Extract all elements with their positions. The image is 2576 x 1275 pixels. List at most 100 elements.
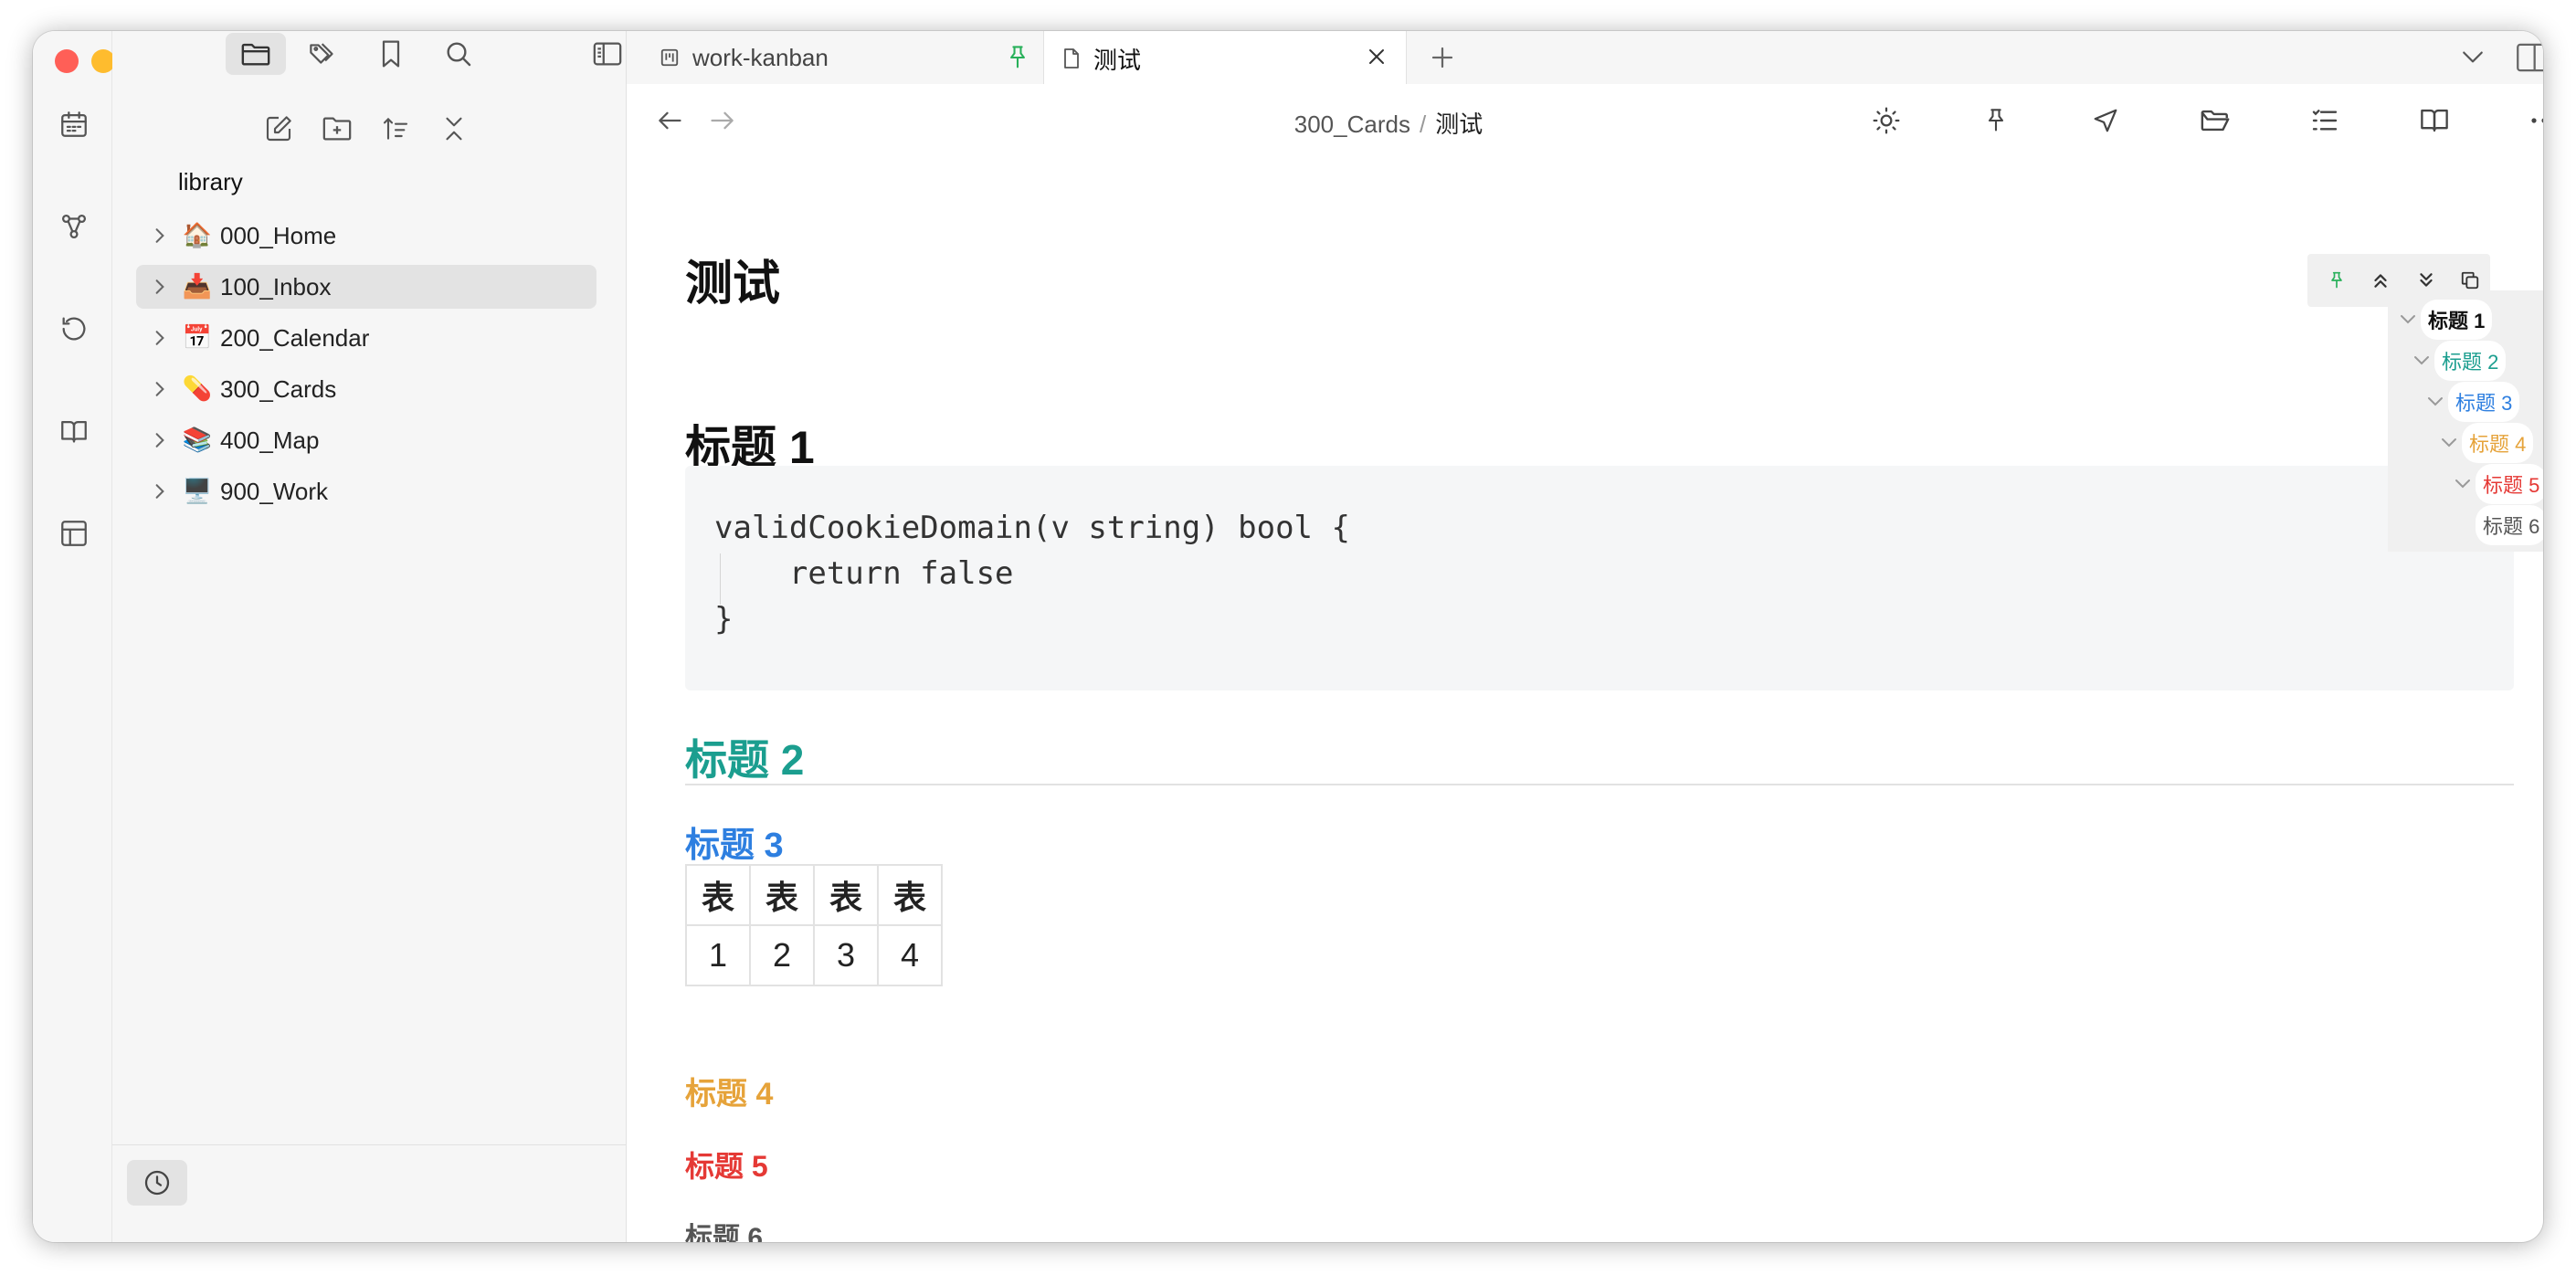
file-icon [1062, 47, 1081, 69]
folder-item[interactable]: 📚 400_Map [136, 418, 596, 462]
pin-icon[interactable] [2318, 262, 2355, 299]
file-explorer-sidebar: library 🏠 000_Home 📥 100_Inbox 📅 200_Cal… [112, 31, 627, 1242]
outline-item[interactable]: 标题 4 [2438, 423, 2534, 463]
note-title[interactable]: 测试 [685, 245, 780, 313]
collapse-all-icon[interactable] [431, 106, 477, 152]
pill-icon: 💊 [182, 375, 213, 403]
chevron-down-icon[interactable] [2411, 352, 2433, 370]
heading-5[interactable]: 标题 5 [685, 1143, 768, 1185]
chevron-right-icon[interactable] [145, 432, 174, 448]
tab-label: 测试 [1093, 46, 1142, 74]
folder-item[interactable]: 💊 300_Cards [136, 367, 596, 411]
book-icon[interactable] [56, 413, 92, 449]
outline-item[interactable]: 标题 1 [2397, 300, 2493, 340]
folder-item[interactable]: 📅 200_Calendar [136, 316, 596, 360]
table-header-cell[interactable]: 表 [877, 864, 943, 926]
app-window: library 🏠 000_Home 📥 100_Inbox 📅 200_Cal… [33, 31, 2543, 1242]
folder-icon[interactable] [226, 33, 286, 75]
table-cell[interactable]: 2 [749, 924, 815, 986]
reading-icon[interactable] [2416, 102, 2453, 139]
clock-icon[interactable] [127, 1160, 187, 1206]
toggle-sidebar-icon[interactable] [587, 33, 628, 75]
folder-label: 400_Map [220, 426, 320, 454]
search-icon[interactable] [428, 33, 489, 75]
tab-label: work-kanban [692, 43, 829, 71]
more-icon[interactable] [2526, 102, 2543, 139]
tab-list-chevron-icon[interactable] [2461, 47, 2485, 68]
heading-3[interactable]: 标题 3 [685, 817, 784, 867]
table-cell[interactable]: 3 [813, 924, 879, 986]
chevron-right-icon[interactable] [145, 227, 174, 244]
code-block[interactable]: validCookieDomain(v string) bool { retur… [685, 466, 2514, 690]
outline-label: 标题 4 [2462, 423, 2534, 463]
table-cell[interactable]: 1 [685, 924, 751, 986]
inbox-tray-icon: 📥 [182, 273, 213, 300]
outline-item[interactable]: 标题 5 [2452, 464, 2543, 504]
breadcrumb: 300_Cards / 测试 [627, 106, 2543, 140]
close-tab-icon[interactable] [1366, 46, 1388, 68]
send-icon[interactable] [2087, 102, 2124, 139]
table-header-cell[interactable]: 表 [813, 864, 879, 926]
vault-name[interactable]: library [178, 168, 243, 196]
chevron-right-icon[interactable] [145, 330, 174, 346]
code-line: validCookieDomain(v string) bool { [714, 510, 1350, 546]
new-note-icon[interactable] [256, 106, 301, 152]
breadcrumb-current[interactable]: 测试 [1435, 111, 1483, 138]
heading-6[interactable]: 标题 6 [685, 1215, 763, 1242]
template-icon[interactable] [56, 515, 92, 552]
desktop-computer-icon: 🖥️ [182, 478, 213, 505]
chevron-right-icon[interactable] [145, 381, 174, 397]
folder-open-icon[interactable] [2197, 102, 2233, 139]
kanban-icon [660, 47, 680, 68]
table-header-row: 表 表 表 表 [685, 864, 943, 926]
data-table[interactable]: 表 表 表 表 1 2 3 4 [685, 864, 943, 986]
folder-label: 200_Calendar [220, 323, 370, 352]
note-header: 300_Cards / 测试 [627, 84, 2543, 157]
outline-panel: 标题 1 标题 2 标题 3 标题 4 标题 5 标题 6 [2388, 290, 2543, 552]
outline-item[interactable]: 标题 3 [2424, 382, 2520, 422]
table-header-cell[interactable]: 表 [749, 864, 815, 926]
pin-icon[interactable] [1005, 44, 1030, 71]
heading-underline [685, 784, 2514, 785]
tab-work-kanban[interactable]: work-kanban [627, 31, 1043, 84]
history-icon[interactable] [56, 311, 92, 347]
close-window-button[interactable] [55, 49, 79, 73]
folder-item[interactable]: 🖥️ 900_Work [136, 469, 596, 513]
calendar-icon[interactable] [56, 106, 92, 142]
table-cell[interactable]: 4 [877, 924, 943, 986]
outline-item[interactable]: 标题 2 [2411, 341, 2507, 381]
tags-icon[interactable] [293, 33, 354, 75]
house-icon: 🏠 [182, 222, 213, 249]
outline-label: 标题 6 [2476, 505, 2543, 545]
sidebar-tabs [112, 31, 626, 82]
new-tab-icon[interactable] [1429, 44, 1456, 71]
chevron-down-icon[interactable] [2424, 393, 2446, 411]
breadcrumb-parent[interactable]: 300_Cards [1294, 111, 1410, 138]
chevron-down-icon[interactable] [2438, 434, 2460, 452]
chevron-down-icon[interactable] [2452, 475, 2474, 493]
heading-4[interactable]: 标题 4 [685, 1069, 773, 1113]
folder-item-active[interactable]: 📥 100_Inbox [136, 265, 596, 309]
file-explorer-actions [112, 106, 626, 157]
pin-icon[interactable] [1978, 102, 2014, 139]
table-header-cell[interactable]: 表 [685, 864, 751, 926]
sort-icon[interactable] [373, 106, 418, 152]
graph-icon[interactable] [56, 208, 92, 245]
right-sidebar-toggle-icon[interactable] [2516, 42, 2543, 73]
outline-item[interactable]: 标题 6 [2476, 505, 2543, 545]
folder-label: 300_Cards [220, 374, 337, 403]
outline-label: 标题 3 [2448, 382, 2520, 422]
chevron-down-icon[interactable] [2397, 311, 2419, 329]
chevron-right-icon[interactable] [145, 279, 174, 295]
note-content[interactable]: 测试 标题 1 validCookieDomain(v string) bool… [685, 157, 2516, 1242]
theme-icon[interactable] [1868, 102, 1905, 139]
folder-item[interactable]: 🏠 000_Home [136, 214, 596, 258]
bookmark-icon[interactable] [361, 33, 421, 75]
tab-current-note[interactable]: 测试 [1043, 31, 1407, 86]
chevron-right-icon[interactable] [145, 483, 174, 500]
new-folder-icon[interactable] [314, 106, 360, 152]
heading-2[interactable]: 标题 2 [685, 727, 804, 787]
folder-label: 900_Work [220, 477, 329, 505]
list-icon[interactable] [2307, 102, 2343, 139]
folder-label: 100_Inbox [220, 272, 332, 300]
